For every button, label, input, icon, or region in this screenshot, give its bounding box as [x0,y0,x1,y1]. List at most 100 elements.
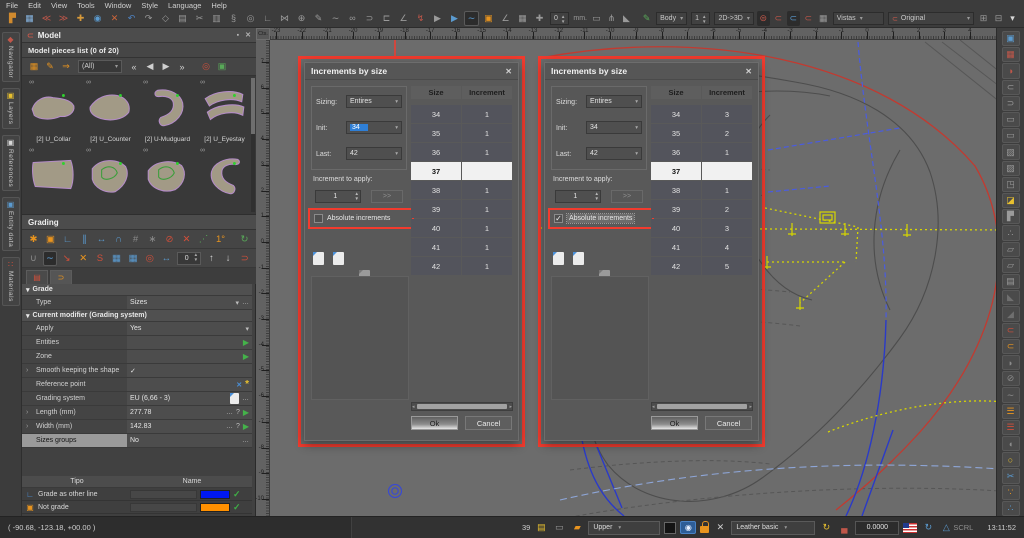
visibility-icon[interactable]: ◉ [680,521,696,534]
init-select[interactable]: 34▾ [586,121,642,134]
increments-table[interactable]: SizeIncrement34335236137381392403414425 [651,86,753,276]
increments-by-size-dialog[interactable]: Increments by size✕Sizing:Entires▾Init:3… [544,62,759,441]
table-row[interactable]: 381 [411,181,513,200]
chevron-down-icon[interactable]: ▾ [245,325,249,333]
edit-piece-icon[interactable]: ✎ [43,60,57,73]
property-value[interactable]: ✕* [127,378,252,391]
tipo-row-not-grade[interactable]: ▣Not grade✓ [22,501,252,514]
table-row[interactable]: 414 [651,238,753,257]
pan-icon[interactable]: ✚ [73,11,88,26]
grade-refresh-icon[interactable]: ↻ [237,232,252,247]
spinner-arrows[interactable]: ▲▼ [194,253,198,263]
property-row-length-mm-[interactable]: Length (mm)›277.78…?▶ [22,406,252,420]
table-row[interactable]: 391 [411,200,513,219]
stamp2-icon[interactable]: ▱ [1002,258,1020,273]
shoe-red-icon[interactable]: ⊂ [772,11,785,26]
paste-table-icon[interactable] [333,252,344,265]
grade-width-icon[interactable]: ↔ [94,232,109,247]
film-icon[interactable]: ▦ [817,11,830,26]
count-spinner[interactable]: 1▲▼ [691,12,710,25]
absolute-increments-checkbox[interactable]: ✓ [554,214,563,223]
name-field[interactable] [130,490,197,499]
table-row[interactable]: 425 [651,257,753,276]
document-icon[interactable] [230,393,239,404]
piece-thumbnail[interactable]: ∞[2] U-Mudguard [140,79,195,143]
piece-thumbnail[interactable]: ∞ [140,147,195,211]
calendar-red-icon[interactable]: ▦ [1002,47,1020,62]
table-row[interactable]: 352 [651,124,753,143]
grade-disable-icon[interactable]: ⊘ [162,232,177,247]
grade-settings-icon[interactable]: ✱ [26,232,41,247]
tools-icon[interactable]: ✕ [713,521,727,534]
dialog-title-bar[interactable]: Increments by size✕ [305,63,518,80]
table-row[interactable]: 421 [411,257,513,276]
modifier-arrow-icon[interactable]: ↘ [59,251,74,266]
ellipsis-button[interactable]: … [242,437,249,444]
increments-table[interactable]: SizeIncrement34135136137381391401411421 [411,86,513,276]
sidebar-tab-entity-data[interactable]: ▣Entity data [2,197,20,251]
table-row[interactable]: 381 [651,181,753,200]
cursor-gray-icon[interactable]: ▶ [430,11,445,26]
init-select[interactable]: 34▾ [346,121,402,134]
property-row-zone[interactable]: Zone▶ [22,350,252,364]
increment-spinner[interactable]: 1▲▼ [315,190,361,203]
scrollbar-thumb[interactable] [657,404,748,409]
body-select[interactable]: Body▾ [656,12,687,25]
toolbar-overflow-icon[interactable]: ▾ [1006,11,1019,26]
table-row[interactable]: 37 [411,162,513,181]
grade-parallels-icon[interactable]: ∥ [77,232,92,247]
shoe-red-blue-icon[interactable]: ⊜ [757,11,770,26]
delete-icon[interactable]: ✕ [107,11,122,26]
print-icon[interactable]: ▭ [552,521,566,534]
comment-icon[interactable]: ▭ [590,11,603,26]
modifier-target-icon[interactable]: ◎ [142,251,157,266]
copy-table-icon[interactable] [553,252,564,265]
table-row[interactable]: 37 [651,162,753,181]
material-select[interactable]: Leather basic▾ [731,521,815,535]
sidebar-tab-navigator[interactable]: ◆Navigator [2,32,20,82]
modifier-s2-icon[interactable]: ⊃ [237,251,252,266]
ellipsis-button[interactable]: … [226,423,233,430]
tipo-row-grade-as-other-line[interactable]: ∟Grade as other line✓ [22,488,252,501]
ruler-tool-icon[interactable]: ⊏ [379,11,394,26]
table-row[interactable]: 341 [411,105,513,124]
close-icon[interactable]: ✕ [745,67,752,76]
scroll-right-icon[interactable]: ▸ [509,404,512,410]
ellipsis-button[interactable]: … [242,395,249,402]
swoosh-red-icon[interactable]: ⊂ [1002,323,1020,338]
next-piece-icon[interactable]: ▶ [159,60,173,73]
refresh-selection-icon[interactable]: ◎ [199,60,213,73]
move-up-icon[interactable]: ↑ [204,251,219,266]
table-row[interactable]: 401 [411,219,513,238]
shoe-blue-icon[interactable]: ⊂ [787,11,800,26]
tab-properties[interactable]: ▤ [26,270,48,284]
cube-blue-icon[interactable]: ▣ [1002,31,1020,46]
menu-item-help[interactable]: Help [211,1,226,10]
lock-icon[interactable]: ▣ [481,11,496,26]
flask-blue-icon[interactable]: △ [939,521,953,534]
menu-item-view[interactable]: View [51,1,67,10]
paste-icon[interactable]: ▥ [209,11,224,26]
close-icon[interactable]: ✕ [505,67,512,76]
piece-thumbnail[interactable]: ∞[2] U_Collar [26,79,81,143]
circle-slash-icon[interactable]: ⊘ [1002,371,1020,386]
export-model-icon[interactable]: ≫ [56,11,71,26]
increments-by-size-dialog[interactable]: Increments by size✕Sizing:Entires▾Init:3… [304,62,519,441]
grid-icon[interactable]: ▦ [515,11,530,26]
save-icon[interactable]: ▦ [22,11,37,26]
snap-icon[interactable]: ∠ [498,11,513,26]
swoosh-orange-icon[interactable]: ⊂ [1002,339,1020,354]
horizontal-scrollbar[interactable]: ◂▸ [651,402,753,411]
layer-color-swatch[interactable] [664,522,676,534]
panel2-icon[interactable]: ▭ [1002,128,1020,143]
ok-button[interactable]: Ok [411,416,458,430]
apply-arrow-icon[interactable]: ▶ [243,422,249,431]
nodes-orange-icon[interactable]: ∵ [1002,485,1020,500]
table-row[interactable]: 403 [651,219,753,238]
grade-steps-icon[interactable]: ⋰ [196,232,211,247]
flatten2-icon[interactable]: ⊃ [1002,96,1020,111]
open-folder-icon[interactable]: ▛ [5,11,20,26]
grade-lock-icon[interactable]: ▣ [43,232,58,247]
apply-arrow-icon[interactable]: ▶ [243,338,249,347]
modifier-measure-icon[interactable]: ↔ [159,251,174,266]
